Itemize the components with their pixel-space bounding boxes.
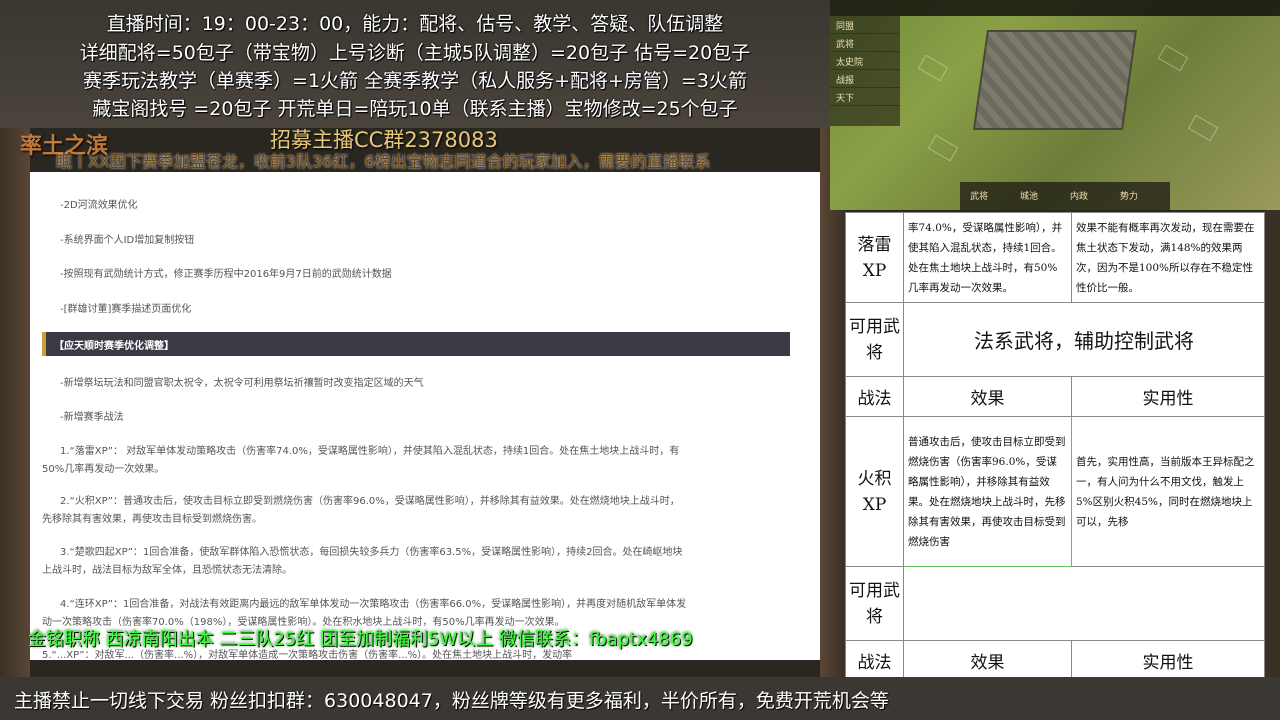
notice-line-pricing-3: 藏宝阁找号 =20包子 开荒单日=陪玩10单（联系主播）宝物修改=25个包子 xyxy=(92,98,738,120)
section-header: 【应天顺时赛季优化调整】 xyxy=(42,332,790,356)
map-tile[interactable] xyxy=(917,54,949,82)
section-title: 【应天顺时赛季优化调整】 xyxy=(54,341,174,352)
header-usefulness: 实用性 xyxy=(1071,376,1265,417)
city-icon[interactable] xyxy=(972,30,1138,130)
dock-button[interactable]: 武将 xyxy=(970,189,988,202)
game-menu-item[interactable]: 天下 xyxy=(830,88,900,106)
game-dock: 武将 城池 内政 势力 xyxy=(960,182,1170,210)
marquee-text: 眠丨XX团下赛季加盟苍龙，收前3队36红，6榜出宝物志同道合的玩家加入，需要的直… xyxy=(56,152,711,171)
skill-line: 先移除其有害效果，再使攻击目标受到燃烧伤害。 xyxy=(42,514,262,525)
skill-line: 3.“楚歌四起XP”：1回合准备，使敌军群体陷入恐慌状态，每回损失较多兵力（伤害… xyxy=(60,547,683,558)
game-menu-item[interactable]: 武将 xyxy=(830,34,900,52)
notice-line-schedule: 直播时间：19：00-23：00，能力：配将、估号、教学、答疑、队伍调整 xyxy=(106,13,724,35)
game-menu-item[interactable]: 战报 xyxy=(830,70,900,88)
game-topbar xyxy=(830,0,1280,16)
skill-line: 上战斗时，战法目标为敌军全体，且恐慌状态无法清除。 xyxy=(42,565,292,576)
doc-item: -新增祭坛玩法和同盟官职太祝令，太祝令可利用祭坛祈禳暂时改变指定区域的天气 xyxy=(60,378,424,389)
middle-frame xyxy=(820,128,845,677)
header-usefulness: 实用性 xyxy=(1071,640,1265,681)
header-skill: 战法 xyxy=(845,640,904,681)
patch-notes-document[interactable]: -2D河流效果优化 -系统界面个人ID增加复制按钮 -按照现有武勋统计方式，修正… xyxy=(30,172,820,660)
dock-button[interactable]: 势力 xyxy=(1120,189,1138,202)
available-generals-value: 法系武将，辅助控制武将 xyxy=(903,302,1265,377)
dock-button[interactable]: 内政 xyxy=(1070,189,1088,202)
doc-item: -[群雄讨董]赛季描述页面优化 xyxy=(60,304,192,315)
game-window[interactable]: 同盟 武将 太史院 战报 天下 武将 城池 内政 势力 xyxy=(830,0,1280,210)
header-effect: 效果 xyxy=(903,376,1072,417)
skill-line: 1.“落雷XP”： 对敌军单体发动策略攻击（伤害率74.0%，受谋略属性影响），… xyxy=(60,446,680,457)
doc-item: -新增赛季战法 xyxy=(60,412,124,423)
skill-line: 2.“火积XP”：普通攻击后，使攻击目标立即受到燃烧伤害（伤害率96.0%，受谋… xyxy=(60,496,680,507)
skill-line: 50%几率再发动一次效果。 xyxy=(42,464,165,475)
bottom-banner: 主播禁止一切线下交易 粉丝扣扣群：630048047，粉丝牌等级有更多福利，半价… xyxy=(0,677,1280,720)
usefulness-cell: 效果不能有概率再次发动，现在需要在焦土状态下发动，满148%的效果两次，因为不是… xyxy=(1071,212,1265,303)
skill-line: 4.“连环XP”：1回合准备，对战法有效距离内最远的敌军单体发动一次策略攻击（伤… xyxy=(60,599,687,610)
scrolling-marquee: 眠丨XX团下赛季加盟苍龙，收前3队36红，6榜出宝物志同道合的玩家加入，需要的直… xyxy=(0,148,830,172)
map-tile[interactable] xyxy=(1187,114,1219,142)
map-tile[interactable] xyxy=(1157,44,1189,72)
available-generals-label: 可用武将 xyxy=(845,302,904,377)
game-side-menu: 同盟 武将 太史院 战报 天下 xyxy=(830,16,900,126)
dock-button[interactable]: 城池 xyxy=(1020,189,1038,202)
notice-line-pricing-2: 赛季玩法教学（单赛季）=1火箭 全赛季教学（私人服务+配将+房管）=3火箭 xyxy=(83,70,747,92)
game-menu-item[interactable]: 同盟 xyxy=(830,16,900,34)
skill-name-cell: 落雷XP xyxy=(845,212,904,303)
header-effect: 效果 xyxy=(903,640,1072,681)
green-overlay-ticker: 金铭职称 西凉南阳出本 二三队25红 团至加制福利5W以上 微信联系：fbapt… xyxy=(28,629,693,650)
skill-reference-table: 落雷XP 率74.0%，受谋略属性影响），并使其陷入混乱状态，持续1回合。处在焦… xyxy=(845,212,1265,692)
skill-name-cell: 火积XP xyxy=(845,416,904,567)
doc-item: -系统界面个人ID增加复制按钮 xyxy=(60,235,195,246)
doc-item: -按照现有武勋统计方式，修正赛季历程中2016年9月7日前的武勋统计数据 xyxy=(60,269,392,280)
map-tile[interactable] xyxy=(927,134,959,162)
effect-cell: 率74.0%，受谋略属性影响），并使其陷入混乱状态，持续1回合。处在焦土地块上战… xyxy=(903,212,1072,303)
left-frame xyxy=(0,128,30,677)
top-notice-banner: 直播时间：19：00-23：00，能力：配将、估号、教学、答疑、队伍调整 详细配… xyxy=(0,0,830,128)
usefulness-cell: 首先，实用性高，当前版本王异标配之一，有人问为什么不用文伐，触发上5%区别火积4… xyxy=(1071,416,1265,567)
effect-cell: 普通攻击后，使攻击目标立即受到燃烧伤害（伤害率96.0%，受谋略属性影响），并移… xyxy=(903,416,1072,567)
header-skill: 战法 xyxy=(845,376,904,417)
doc-item: -2D河流效果优化 xyxy=(60,200,138,211)
bottom-banner-text: 主播禁止一切线下交易 粉丝扣扣群：630048047，粉丝牌等级有更多福利，半价… xyxy=(14,690,889,712)
notice-line-pricing-1: 详细配将=50包子（带宝物）上号诊断（主城5队调整）=20包子 估号=20包子 xyxy=(79,42,751,64)
available-generals-label: 可用武将 xyxy=(845,566,904,641)
game-menu-item[interactable]: 太史院 xyxy=(830,52,900,70)
available-generals-value xyxy=(903,566,1265,641)
right-frame xyxy=(1265,210,1280,677)
